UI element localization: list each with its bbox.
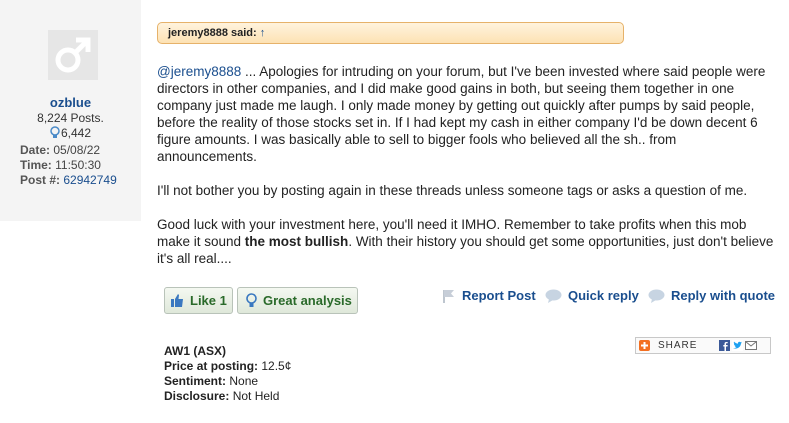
post-paragraph-2: I'll not bother you by posting again in … bbox=[157, 183, 748, 198]
disclosure-label: Disclosure: bbox=[164, 389, 230, 403]
share-label: SHARE bbox=[658, 340, 698, 351]
share-button[interactable]: SHARE bbox=[635, 337, 771, 354]
stock-code-value: AW1 (ASX) bbox=[164, 344, 227, 358]
thumbs-up-icon bbox=[171, 294, 184, 307]
disclosure: Disclosure: Not Held bbox=[164, 389, 279, 403]
post-paragraph-3: Good luck with your investment here, you… bbox=[157, 216, 779, 267]
post-body: @jeremy8888 ... Apologies for intruding … bbox=[157, 63, 779, 284]
like-count-value: 6,442 bbox=[60, 126, 92, 140]
price-value: 12.5¢ bbox=[261, 359, 292, 373]
reply-with-quote-link[interactable]: Reply with quote bbox=[648, 288, 775, 303]
price-label: Price at posting: bbox=[164, 359, 259, 373]
postnum-label: Post #: bbox=[20, 173, 61, 187]
post-number: Post #: 62942749 bbox=[20, 173, 117, 187]
great-analysis-label: Great analysis bbox=[263, 293, 352, 308]
report-post-link[interactable]: Report Post bbox=[442, 288, 536, 303]
disclosure-value: Not Held bbox=[232, 389, 280, 403]
lightbulb-icon bbox=[246, 293, 257, 308]
lightbulb-icon bbox=[50, 126, 60, 138]
time-value: 11:50:30 bbox=[55, 158, 101, 172]
twitter-icon[interactable] bbox=[732, 340, 744, 351]
sentiment: Sentiment: None bbox=[164, 374, 258, 388]
quote-up-arrow-icon[interactable]: ↑ bbox=[260, 27, 266, 39]
email-icon[interactable] bbox=[745, 341, 758, 350]
time-label: Time: bbox=[20, 158, 52, 172]
sentiment-value: None bbox=[229, 374, 259, 388]
date-label: Date: bbox=[20, 143, 51, 157]
post-time: Time: 11:50:30 bbox=[20, 158, 101, 172]
like-button-label: Like 1 bbox=[190, 293, 227, 308]
speech-bubble-icon bbox=[648, 289, 665, 303]
stock-code: AW1 (ASX) bbox=[164, 344, 226, 358]
post-date: Date: 05/08/22 bbox=[20, 143, 100, 157]
quote-author: jeremy8888 said: bbox=[168, 27, 257, 39]
postnum-link[interactable]: 62942749 bbox=[63, 173, 116, 187]
great-analysis-button[interactable]: Great analysis bbox=[237, 287, 358, 314]
like-button[interactable]: Like 1 bbox=[164, 287, 233, 314]
price-at-posting: Price at posting: 12.5¢ bbox=[164, 359, 291, 373]
reply-with-quote-label: Reply with quote bbox=[671, 288, 775, 303]
username-link[interactable]: ozblue bbox=[0, 95, 141, 110]
quote-header: jeremy8888 said: ↑ bbox=[157, 22, 624, 44]
speech-bubble-icon bbox=[545, 289, 562, 303]
quick-reply-link[interactable]: Quick reply bbox=[545, 288, 639, 303]
addthis-plus-icon bbox=[639, 340, 650, 351]
flag-icon bbox=[442, 289, 456, 303]
report-post-label: Report Post bbox=[462, 288, 536, 303]
post-paragraph-3-bold: the most bullish bbox=[244, 234, 349, 249]
post-paragraph-1-text: ... Apologies for intruding on your foru… bbox=[157, 64, 766, 164]
male-icon bbox=[55, 37, 91, 73]
like-count: 6,442 bbox=[0, 126, 141, 140]
date-value: 05/08/22 bbox=[53, 143, 101, 157]
quick-reply-label: Quick reply bbox=[568, 288, 639, 303]
mention-link[interactable]: @jeremy8888 bbox=[157, 64, 241, 79]
post-count: 8,224 Posts. bbox=[37, 111, 104, 125]
avatar[interactable] bbox=[48, 30, 98, 80]
post-paragraph-1: @jeremy8888 ... Apologies for intruding … bbox=[157, 63, 779, 165]
sentiment-label: Sentiment: bbox=[164, 374, 227, 388]
facebook-icon[interactable] bbox=[719, 340, 731, 351]
